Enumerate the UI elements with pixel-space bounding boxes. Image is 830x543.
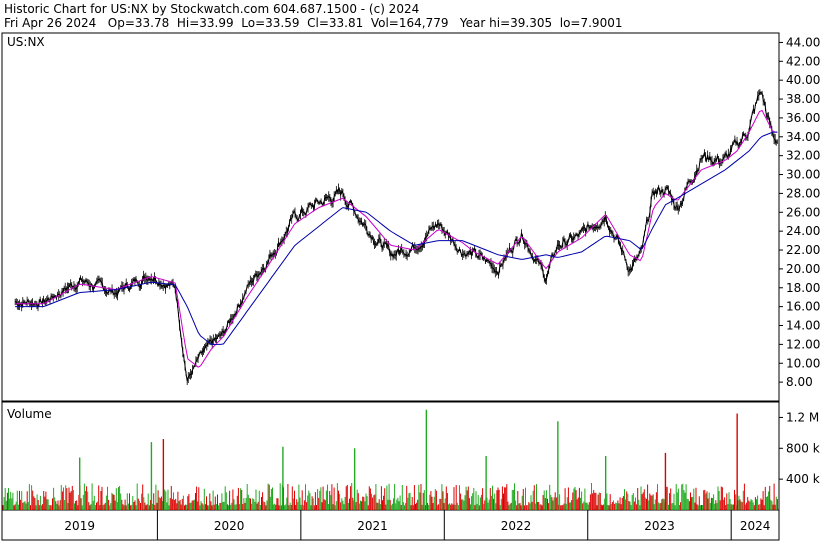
y-tick-label: 12.00 [786,337,820,351]
x-axis: 2019 2020 2021 2022 2023 2024 [64,510,770,540]
y-tick-label: 32.00 [786,149,820,163]
chart-frame [1,32,780,541]
x-tick-label: 2019 [64,519,95,533]
stock-chart: 44.00 42.00 40.00 38.00 36.00 34.00 32.00 30.00… [1,32,820,541]
y-tick-label: 38.00 [786,92,820,106]
y-tick-label: 44.00 [786,35,820,49]
y-tick-label: 26.00 [786,205,820,219]
y-tick-label: 22.00 [786,243,820,257]
y-tick-label: 8.00 [786,375,813,389]
y-tick-label: 30.00 [786,168,820,182]
y-tick-label: 800 k [786,441,820,455]
y-tick-label: 400 k [786,472,820,486]
x-tick-label: 2023 [644,519,675,533]
short-moving-average-line [15,109,778,368]
x-tick-label: 2022 [501,519,532,533]
y-tick-label: 20.00 [786,262,820,276]
y-tick-label: 18.00 [786,281,820,295]
price-line [14,91,778,382]
y-tick-label: 14.00 [786,319,820,333]
y-tick-label: 10.00 [786,356,820,370]
x-tick-label: 2021 [357,519,388,533]
y-tick-label: 40.00 [786,73,820,87]
long-moving-average-line [15,131,778,345]
y-tick-label: 36.00 [786,111,820,125]
volume-panel: 1.2 M 800 k 400 k [2,409,820,510]
y-tick-label: 24.00 [786,224,820,238]
y-tick-label: 42.00 [786,54,820,68]
price-panel-border [1,32,780,402]
y-tick-label: 34.00 [786,130,820,144]
y-tick-label: 1.2 M [786,410,819,424]
price-panel-title: US:NX [7,35,45,49]
y-tick-label: 16.00 [786,300,820,314]
volume-panel-title: Volume [7,407,52,421]
y-tick-label: 28.00 [786,186,820,200]
x-tick-label: 2024 [740,519,771,533]
price-panel: 44.00 42.00 40.00 38.00 36.00 34.00 32.00 30.00… [14,35,820,389]
x-tick-label: 2020 [214,519,245,533]
